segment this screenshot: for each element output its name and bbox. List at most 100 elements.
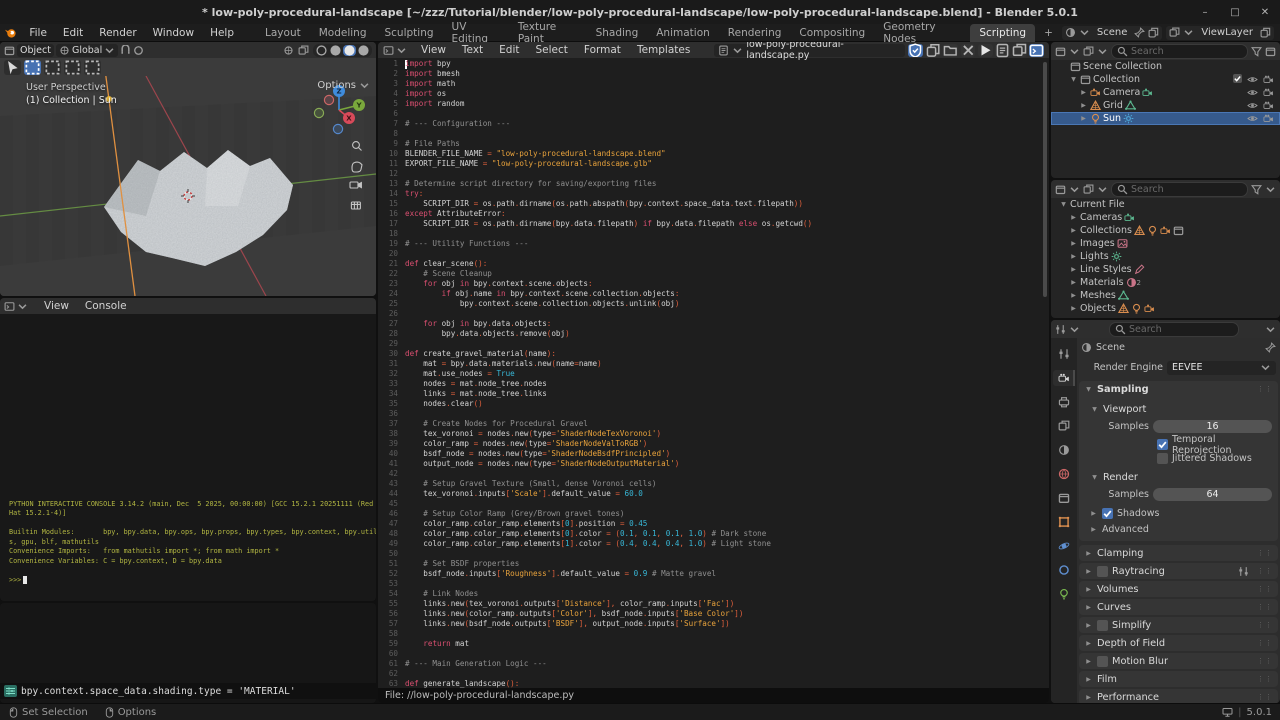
gizmo-axis-y-neg[interactable] [314,108,323,117]
viewport-subpanel[interactable]: ▼Viewport [1085,401,1278,417]
code-line[interactable]: 7# --- Configuration --- [378,119,1041,129]
editor-type-icon[interactable] [4,45,15,56]
wireframe-shading-icon[interactable] [315,45,328,56]
properties-tab-physics[interactable] [1053,538,1075,554]
disable-render-icon[interactable] [1263,100,1274,111]
outliner-blend-file[interactable]: Search ▼Current File▶Cameras▶Collections… [1051,180,1280,318]
orientation-dropdown[interactable]: Global [56,44,118,57]
panel-header-curves[interactable]: ▶Curves⋮⋮ [1079,599,1278,615]
code-line[interactable]: 18 [378,229,1041,239]
panel-header-depth-of-field[interactable]: ▶Depth of Field⋮⋮ [1079,635,1278,651]
code-line[interactable]: 15 SCRIPT_DIR = os.path.dirname(os.path.… [378,199,1041,209]
code-line[interactable]: 44 tex_voronoi.inputs['Scale'].default_v… [378,489,1041,499]
code-line[interactable]: 6 [378,109,1041,119]
blend-file-row-cameras[interactable]: ▶Cameras [1051,211,1280,224]
workspace-tab-uv-editing[interactable]: UV Editing [443,24,509,42]
code-line[interactable]: 47 color_ramp.color_ramp.elements[0].pos… [378,519,1041,529]
drag-dots[interactable]: ⋮⋮ [1257,675,1273,683]
expand-arrow[interactable]: ▶ [1069,279,1078,286]
code-line[interactable]: 59 return mat [378,639,1041,649]
workspace-tab-modeling[interactable]: Modeling [310,24,376,42]
code-line[interactable]: 13# Determine script directory for savin… [378,179,1041,189]
text-menu-text[interactable]: Text [454,44,491,56]
text-menu-edit[interactable]: Edit [491,44,527,56]
code-line[interactable]: 27 for obj in bpy.data.objects: [378,319,1041,329]
code-line[interactable]: 37 # Create Nodes for Procedural Gravel [378,419,1041,429]
code-line[interactable]: 45 [378,499,1041,509]
code-line[interactable]: 16except AttributeError: [378,209,1041,219]
blend-file-row-current-file[interactable]: ▼Current File [1051,198,1280,211]
properties-tab-light-data[interactable] [1053,586,1075,602]
solid-shading-icon[interactable] [329,45,342,56]
workspace-tab-layout[interactable]: Layout [256,24,310,42]
panel-header-volumes[interactable]: ▶Volumes⋮⋮ [1079,581,1278,597]
outliner-scene[interactable]: Search Scene Collection▼Collection▶Camer… [1051,42,1280,178]
minimize-button[interactable]: – [1190,0,1220,24]
code-line[interactable]: 29 [378,339,1041,349]
expand-arrow[interactable]: ▶ [1069,253,1078,260]
filter-icon[interactable] [1251,46,1262,57]
code-line[interactable]: 43 # Setup Gravel Texture (Small, dense … [378,479,1041,489]
code-line[interactable]: 41 output_node = nodes.new(type='ShaderN… [378,459,1041,469]
gizmo-axis-x-neg[interactable] [324,95,333,104]
drag-dots[interactable]: ⋮⋮ [1257,549,1273,557]
render-subpanel[interactable]: ▼Render [1085,469,1278,485]
select-paint-tool-button[interactable] [84,60,101,75]
code-line[interactable]: 39 color_ramp = nodes.new(type='ShaderNo… [378,439,1041,449]
info-editor[interactable]: bpy.context.space_data.shading.type = 'M… [0,603,376,703]
code-line[interactable]: 24 if obj.name in bpy.context.scene.coll… [378,289,1041,299]
render-samples-field[interactable]: 64 [1153,488,1272,501]
properties-tab-tool[interactable] [1053,346,1075,362]
expand-arrow[interactable]: ▶ [1069,227,1078,234]
code-line[interactable]: 42 [378,469,1041,479]
checkbox-shadows[interactable] [1102,508,1113,519]
workspace-tab-compositing[interactable]: Compositing [790,24,874,42]
workspace-tab-texture-paint[interactable]: Texture Paint [509,24,587,42]
code-line[interactable]: 54 # Link Nodes [378,589,1041,599]
code-line[interactable]: 60 [378,649,1041,659]
menu-file[interactable]: File [21,27,55,39]
filter-icon[interactable] [1251,184,1262,195]
render-engine-dropdown[interactable]: EEVEE [1167,361,1276,375]
drag-dots[interactable]: ⋮⋮ [1257,657,1273,665]
viewport-canvas[interactable]: ZYX [0,76,376,296]
code-line[interactable]: 55 links.new(tex_voronoi.outputs['Distan… [378,599,1041,609]
syntax-highlight-toggle[interactable] [1029,44,1044,57]
close-button[interactable]: ✕ [1250,0,1280,24]
code-line[interactable]: 35 nodes.clear() [378,399,1041,409]
properties-tab-object[interactable] [1053,514,1075,530]
properties-editor[interactable]: Search SceneRender EngineEEVEE▼Sampling⋮… [1051,320,1280,703]
tweak-tool-button[interactable] [4,60,21,75]
text-editor-icon[interactable] [383,45,394,56]
code-line[interactable]: 48 color_ramp.color_ramp.elements[0].col… [378,529,1041,539]
workspace-tab-rendering[interactable]: Rendering [719,24,791,42]
outliner-row-sun[interactable]: ▶Sun [1051,112,1280,125]
menu-help[interactable]: Help [202,27,242,39]
script-name-field[interactable]: low-poly-procedural-landscape.py [714,44,905,57]
display-mode-icon[interactable] [1083,184,1094,195]
code-line[interactable]: 40 bsdf_node = nodes.new(type='ShaderNod… [378,449,1041,459]
code-line[interactable]: 38 tex_voronoi = nodes.new(type='ShaderN… [378,429,1041,439]
hide-viewport-icon[interactable] [1247,74,1258,85]
drag-dots[interactable]: ⋮⋮ [1257,603,1273,611]
show-overlays-icon[interactable] [298,45,309,56]
properties-editor-icon[interactable] [1055,324,1066,335]
chevron-down-icon[interactable] [1265,324,1276,335]
code-line[interactable]: 46 # Setup Color Ramp (Grey/Brown gravel… [378,509,1041,519]
code-line[interactable]: 34 links = mat.node_tree.links [378,389,1041,399]
properties-tab-view-layer[interactable] [1053,418,1075,434]
code-line[interactable]: 8 [378,129,1041,139]
new-text-button[interactable] [926,44,941,57]
blender-logo-icon[interactable] [0,26,21,39]
blend-file-row-line-styles[interactable]: ▶Line Styles [1051,263,1280,276]
console-prompt[interactable]: >>> [9,576,372,586]
expand-arrow[interactable]: ▶ [1079,89,1088,96]
code-line[interactable]: 3import math [378,79,1041,89]
disable-render-icon[interactable] [1263,74,1274,85]
copy-icon[interactable] [1260,27,1271,38]
expand-arrow[interactable]: ▶ [1079,102,1088,109]
code-line[interactable]: 20 [378,249,1041,259]
panel-header-film[interactable]: ▶Film⋮⋮ [1079,671,1278,687]
expand-arrow[interactable]: ▶ [1079,115,1088,122]
outliner-row-camera[interactable]: ▶Camera [1051,86,1280,99]
